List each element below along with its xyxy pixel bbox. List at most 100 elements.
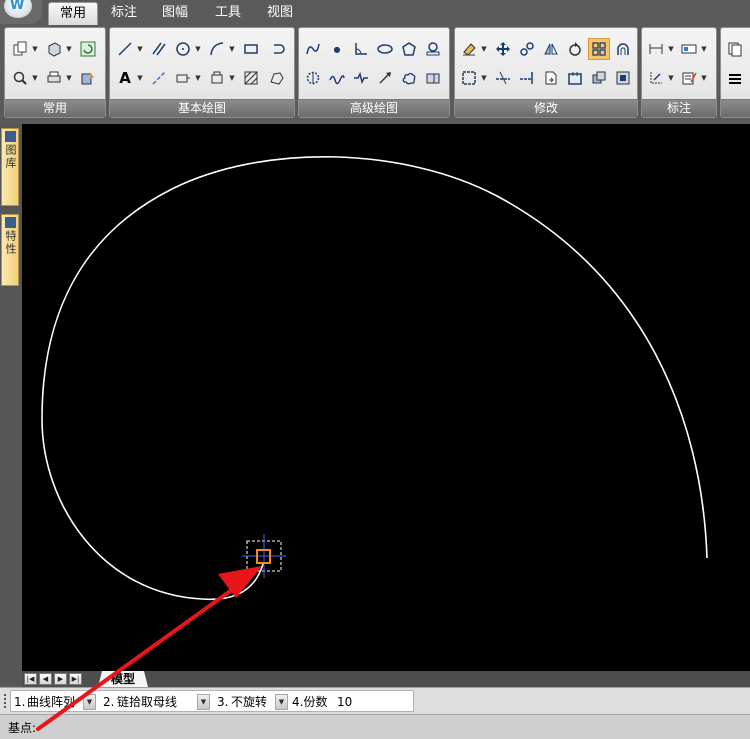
coordinate-dimension-icon[interactable] [645, 67, 667, 89]
chevron-down-icon[interactable]: ▼ [700, 67, 708, 89]
chevron-down-icon[interactable]: ▼ [480, 67, 488, 89]
option-3-value[interactable]: 不旋转 [231, 693, 267, 711]
block-icon[interactable] [206, 67, 228, 89]
refresh-icon[interactable] [77, 38, 99, 60]
linear-dimension-icon[interactable] [645, 38, 667, 60]
match-properties-icon[interactable] [77, 67, 99, 89]
wave-line-icon[interactable] [326, 67, 348, 89]
mirror-icon[interactable] [540, 38, 562, 60]
option-4-count-input[interactable]: 10 [337, 693, 352, 711]
prev-layout-button[interactable]: ◀ [39, 673, 52, 685]
ellipse-icon[interactable] [374, 38, 396, 60]
option-1-value[interactable]: 曲线阵列 [27, 693, 75, 711]
copy-clip-icon[interactable] [9, 38, 31, 60]
chevron-down-icon[interactable]: ▼ [31, 67, 39, 89]
rotate-icon[interactable] [564, 38, 586, 60]
chevron-down-icon[interactable]: ▼ [228, 67, 236, 89]
point-icon[interactable]: ● [326, 38, 348, 60]
chevron-down-icon[interactable]: ▼ [228, 38, 236, 60]
option-2-value[interactable]: 链拾取母线 [117, 693, 177, 711]
chevron-down-icon[interactable]: ▼ [194, 67, 202, 89]
option-3-dropdown[interactable]: ▼ [275, 694, 288, 710]
line-icon[interactable] [114, 38, 136, 60]
tab-common[interactable]: 常用 [48, 2, 98, 25]
chevron-down-icon[interactable]: ▼ [667, 67, 675, 89]
break-line-icon[interactable] [350, 67, 372, 89]
stretch-icon[interactable] [540, 67, 562, 89]
option-1-dropdown[interactable]: ▼ [83, 694, 96, 710]
grip-handle[interactable] [4, 694, 9, 708]
explode-icon[interactable] [612, 67, 634, 89]
first-layout-button[interactable]: |◀ [24, 673, 37, 685]
app-menu-button[interactable]: W [0, 0, 42, 24]
app-logo-mark: W [10, 0, 25, 13]
fillet-icon[interactable] [588, 67, 610, 89]
rectangle-icon[interactable] [240, 38, 262, 60]
circle-icon[interactable] [172, 38, 194, 60]
eraser-icon[interactable] [458, 38, 480, 60]
region-icon[interactable] [266, 67, 288, 89]
panel-label: 常用 [5, 99, 105, 117]
dock-tab-library-label: 图库 [4, 144, 17, 170]
arc-icon[interactable] [206, 38, 228, 60]
array-icon[interactable] [588, 38, 610, 60]
chevron-down-icon[interactable]: ▼ [700, 38, 708, 60]
left-dock: 图库 特性 [0, 124, 22, 686]
chevron-down-icon[interactable]: ▼ [480, 38, 488, 60]
text-icon[interactable]: A [114, 67, 136, 89]
spiral-curve[interactable] [41, 155, 708, 601]
options-box: 1. 曲线阵列 ▼ 2. 链拾取母线 ▼ 3. 不旋转 ▼ 4.份数 10 [10, 690, 414, 712]
note-edit-icon[interactable] [678, 67, 700, 89]
hatch-box-icon[interactable] [172, 67, 194, 89]
panel-basic-draw: ▼ ▼ ▼ A ▼ ▼ ▼ 基本绘图 [109, 27, 295, 118]
layers-icon[interactable] [724, 38, 746, 60]
arrow-icon[interactable] [374, 67, 396, 89]
option-2-dropdown[interactable]: ▼ [197, 694, 210, 710]
tab-dimension[interactable]: 标注 [101, 2, 147, 24]
centerline-icon[interactable] [148, 67, 170, 89]
command-line[interactable]: 基点: [0, 714, 750, 739]
parallel-icon[interactable] [148, 38, 170, 60]
tab-tools[interactable]: 工具 [205, 2, 251, 24]
slot-icon[interactable] [266, 38, 288, 60]
model-tab[interactable]: 模型 [98, 671, 148, 687]
next-layout-button[interactable]: ▶ [54, 673, 67, 685]
polygon-icon[interactable] [398, 38, 420, 60]
menu-lines-icon[interactable] [724, 67, 746, 89]
base-point-marker[interactable] [242, 534, 286, 578]
panel-label: 标注 [642, 99, 716, 117]
chevron-down-icon[interactable]: ▼ [667, 38, 675, 60]
extend-icon[interactable] [516, 67, 538, 89]
dock-tab-properties[interactable]: 特性 [1, 214, 19, 286]
tolerance-icon[interactable] [678, 38, 700, 60]
command-options-bar: 1. 曲线阵列 ▼ 2. 链拾取母线 ▼ 3. 不旋转 ▼ 4.份数 10 [0, 687, 750, 715]
zoom-icon[interactable] [9, 67, 31, 89]
chevron-down-icon[interactable]: ▼ [136, 38, 144, 60]
hatch-icon[interactable] [240, 67, 262, 89]
print-icon[interactable] [43, 67, 65, 89]
table-draw-icon[interactable] [422, 67, 444, 89]
scale-icon[interactable] [458, 67, 480, 89]
chevron-down-icon[interactable]: ▼ [65, 67, 73, 89]
tab-view[interactable]: 视图 [256, 2, 304, 24]
ribbon: W 常用 标注 图幅 工具 视图 ▼ ▼ ▼ ▼ 常用 ▼ ▼ ▼ A ▼ ▼ … [0, 0, 750, 124]
move-icon[interactable] [492, 38, 514, 60]
break-icon[interactable] [564, 67, 586, 89]
chevron-down-icon[interactable]: ▼ [136, 67, 144, 89]
copy-objects-icon[interactable] [516, 38, 538, 60]
dock-tab-library[interactable]: 图库 [1, 128, 19, 206]
last-layout-button[interactable]: ▶| [69, 673, 82, 685]
chevron-down-icon[interactable]: ▼ [194, 38, 202, 60]
offset-icon[interactable] [612, 38, 634, 60]
cloud-line-icon[interactable] [398, 67, 420, 89]
chevron-down-icon[interactable]: ▼ [65, 38, 73, 60]
chevron-down-icon[interactable]: ▼ [31, 38, 39, 60]
drawing-canvas[interactable] [22, 124, 750, 671]
tab-sheet[interactable]: 图幅 [152, 2, 198, 24]
hole-icon[interactable] [422, 38, 444, 60]
spline-icon[interactable] [302, 38, 324, 60]
trim-icon[interactable] [492, 67, 514, 89]
cube-icon[interactable] [43, 38, 65, 60]
angle-icon[interactable] [350, 38, 372, 60]
gear-profile-icon[interactable] [302, 67, 324, 89]
